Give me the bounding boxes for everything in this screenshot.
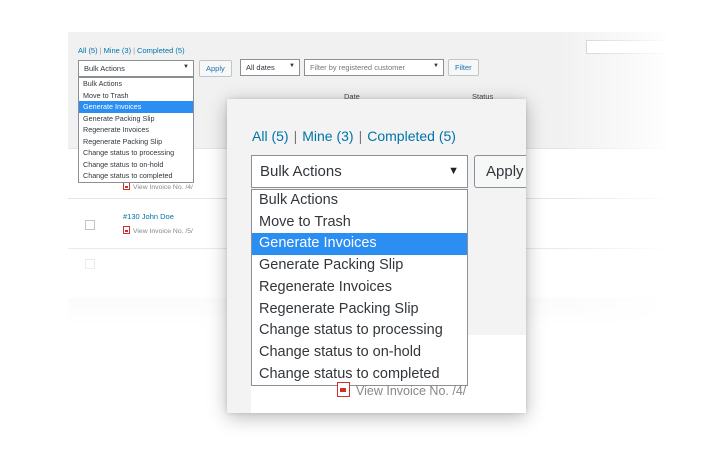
bulk-option[interactable]: Move to Trash [252, 212, 467, 234]
filter-button[interactable]: Filter [448, 59, 479, 76]
apply-button[interactable]: Apply [199, 60, 232, 77]
bulk-option[interactable]: Move to Trash [79, 90, 193, 102]
chevron-down-icon: ▼ [289, 63, 295, 69]
view-invoice-link[interactable]: View Invoice No. /4/ [337, 382, 466, 398]
view-mine-link[interactable]: Mine (3) [104, 46, 132, 55]
bulk-actions-dropdown: Bulk Actions Move to Trash Generate Invo… [251, 189, 468, 387]
pdf-icon [123, 182, 130, 190]
bulk-option[interactable]: Generate Packing Slip [252, 255, 467, 277]
bulk-option[interactable]: Bulk Actions [252, 190, 467, 212]
bulk-actions-select[interactable]: Bulk Actions ▼ [251, 155, 468, 188]
bulk-actions-dropdown: Bulk Actions Move to Trash Generate Invo… [78, 77, 194, 183]
view-completed-link[interactable]: Completed (5) [137, 46, 185, 55]
row-checkbox[interactable] [85, 220, 95, 230]
bulk-option[interactable]: Generate Packing Slip [79, 113, 193, 125]
bulk-option[interactable]: Regenerate Invoices [79, 124, 193, 136]
bulk-option-selected[interactable]: Generate Invoices [252, 233, 467, 256]
view-all-link[interactable]: All (5) [78, 46, 98, 55]
bulk-option[interactable]: Regenerate Packing Slip [252, 299, 467, 321]
chevron-down-icon: ▼ [448, 165, 459, 177]
chevron-down-icon: ▼ [433, 63, 439, 69]
bulk-option[interactable]: Change status to on-hold [79, 159, 193, 171]
view-completed-link[interactable]: Completed (5) [367, 128, 456, 144]
bulk-option[interactable]: Change status to on-hold [252, 342, 467, 364]
status-views: All (5) | Mine (3) | Completed (5) [78, 46, 185, 55]
dates-select[interactable]: All dates ▼ [240, 59, 300, 76]
bulk-option[interactable]: Change status to processing [79, 147, 193, 159]
bulk-option[interactable]: Bulk Actions [79, 78, 193, 90]
status-views: All (5) | Mine (3) | Completed (5) [252, 128, 456, 144]
pdf-icon [337, 382, 350, 397]
chevron-down-icon: ▼ [183, 64, 189, 70]
apply-button[interactable]: Apply [474, 155, 526, 188]
order-link[interactable]: #130 John Doe [123, 212, 174, 221]
customer-filter-select[interactable]: Filter by registered customer ▼ [304, 59, 444, 76]
bulk-option[interactable]: Regenerate Invoices [252, 277, 467, 299]
zoom-callout: All (5) | Mine (3) | Completed (5) Bulk Acti… [227, 99, 526, 413]
bulk-option[interactable]: Change status to completed [79, 170, 193, 182]
bulk-option[interactable]: Change status to processing [252, 320, 467, 342]
bulk-option-selected[interactable]: Generate Invoices [79, 101, 193, 113]
bulk-actions-select[interactable]: Bulk Actions ▼ [78, 60, 194, 77]
view-invoice-link[interactable]: View Invoice No. /4/ [123, 182, 193, 191]
view-all-link[interactable]: All (5) [252, 128, 289, 144]
view-mine-link[interactable]: Mine (3) [302, 128, 353, 144]
bulk-option[interactable]: Regenerate Packing Slip [79, 136, 193, 148]
fade-overlay [560, 32, 710, 352]
